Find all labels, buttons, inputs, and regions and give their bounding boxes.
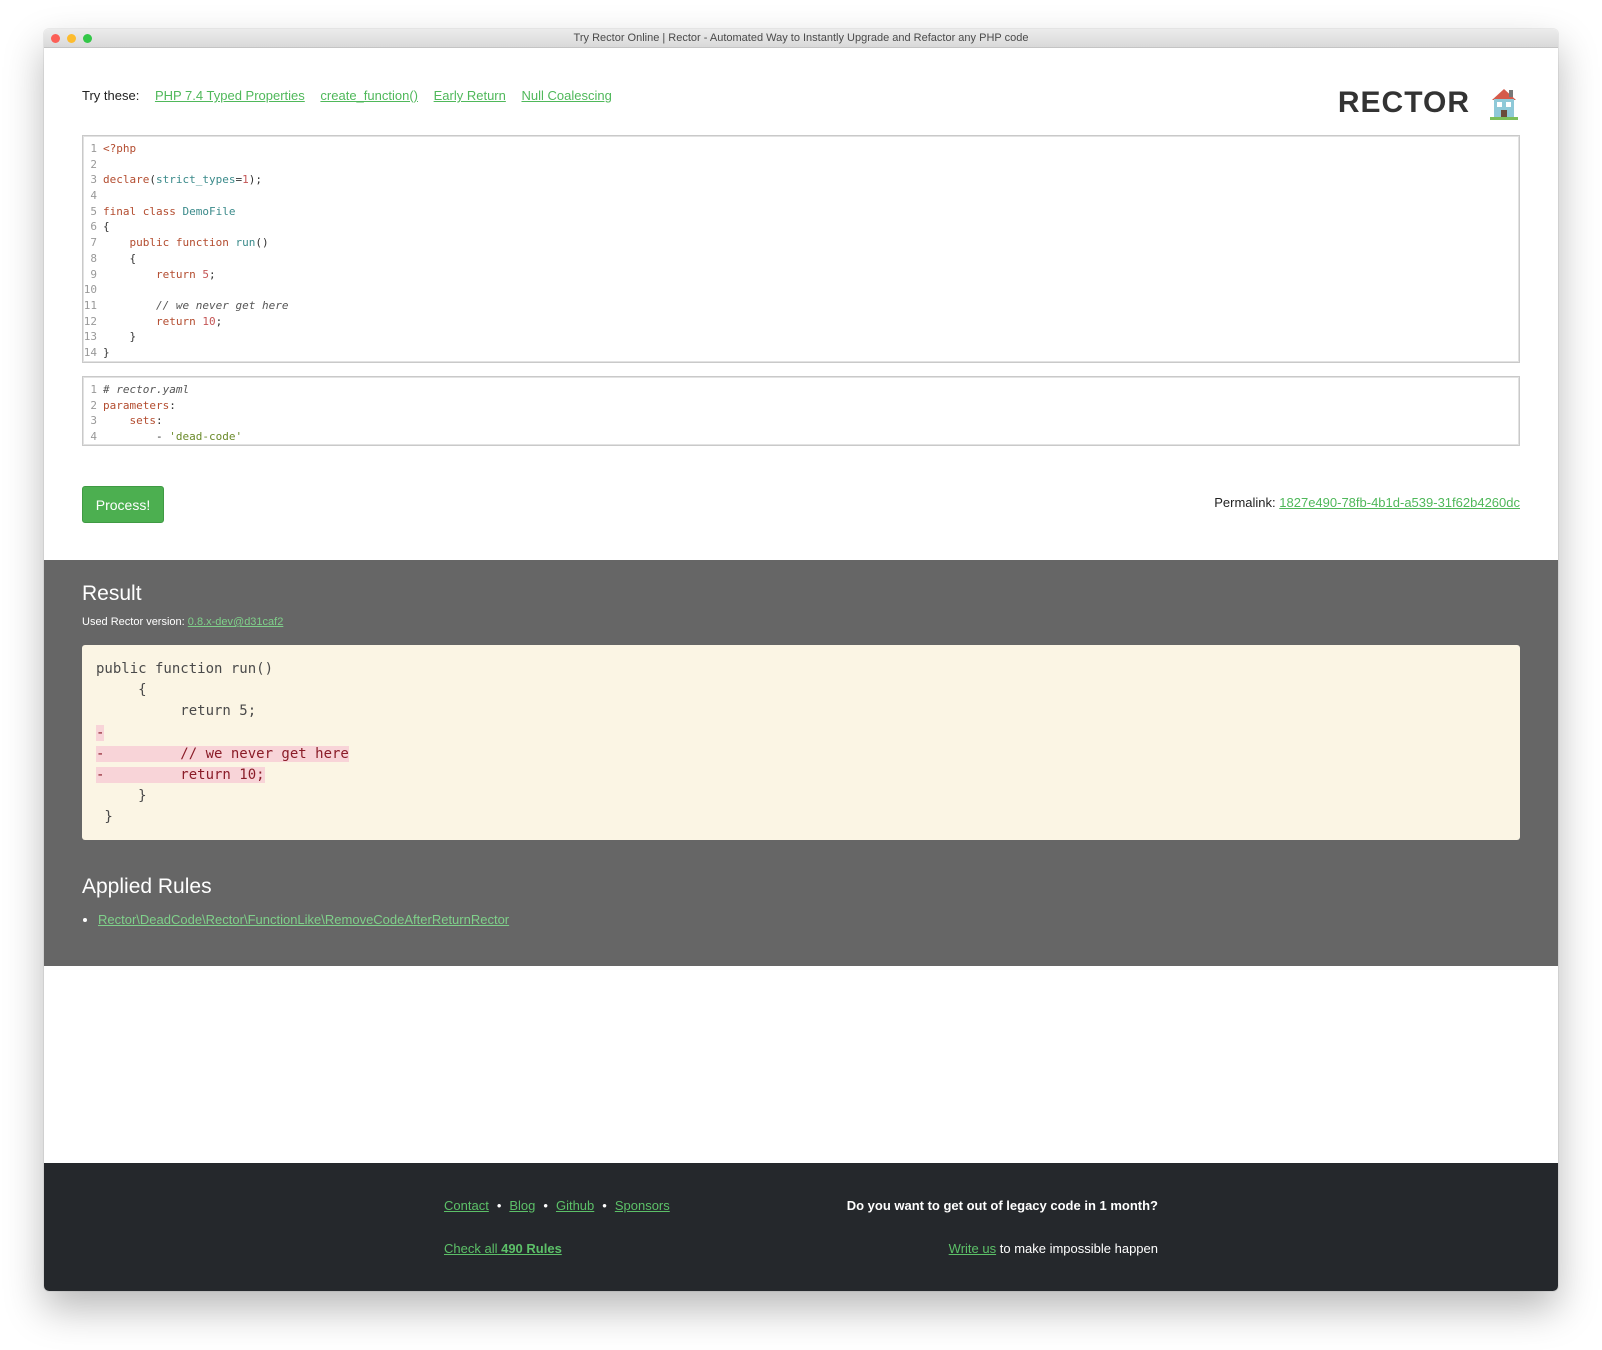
config-line: 4 - 'dead-code' bbox=[90, 430, 243, 444]
code-line: 2 bbox=[90, 157, 97, 171]
write-us-link[interactable]: Write us bbox=[949, 1241, 996, 1256]
window-title: Try Rector Online | Rector - Automated W… bbox=[573, 32, 1029, 44]
permalink-link[interactable]: 1827e490-78fb-4b1d-a539-31f62b4260dc bbox=[1279, 495, 1520, 510]
footer-check-rules: Check all 490 Rules bbox=[444, 1241, 562, 1256]
footer-link-blog[interactable]: Blog bbox=[509, 1198, 535, 1213]
permalink: Permalink: 1827e490-78fb-4b1d-a539-31f62… bbox=[1214, 495, 1520, 510]
house-icon bbox=[1488, 86, 1520, 120]
page-content: Try these: PHP 7.4 Typed Properties crea… bbox=[44, 48, 1558, 1291]
code-line: 9 return 5; bbox=[90, 267, 216, 281]
diff-line: { bbox=[96, 682, 147, 699]
diff-line: public function run() bbox=[96, 661, 274, 677]
example-link-null-coalescing[interactable]: Null Coalescing bbox=[521, 88, 611, 103]
code-line: 14} bbox=[83, 345, 110, 359]
code-line: 11 // we never get here bbox=[83, 298, 289, 312]
config-editor[interactable]: 1 # rector.yaml 2 parameters: 3 sets: 4 - … bbox=[82, 376, 1520, 446]
diff-line: } bbox=[96, 809, 113, 826]
diff-line-deleted: - return 10; bbox=[96, 766, 265, 783]
rector-logo[interactable]: RECTOR bbox=[1338, 83, 1520, 123]
code-line: 10 bbox=[83, 283, 97, 297]
result-section: Result Used Rector version: 0.8.x-dev@d3… bbox=[44, 560, 1558, 966]
check-rules-prefix: Check all bbox=[444, 1241, 498, 1256]
rector-version: Used Rector version: 0.8.x-dev@d31caf2 bbox=[82, 616, 283, 628]
footer-separator: • bbox=[602, 1198, 607, 1213]
check-rules-link[interactable]: Check all 490 Rules bbox=[444, 1241, 562, 1256]
code-line: 7 public function run() bbox=[90, 236, 269, 250]
title-bar: Try Rector Online | Rector - Automated W… bbox=[44, 29, 1558, 48]
process-button[interactable]: Process! bbox=[82, 486, 164, 523]
code-line: 4 bbox=[90, 189, 97, 203]
footer: Contact • Blog • Github • Sponsors Check all 4… bbox=[44, 1163, 1558, 1291]
check-rules-count: 490 Rules bbox=[501, 1241, 562, 1256]
diff-line-deleted: - bbox=[96, 724, 105, 741]
applied-rule-link[interactable]: Rector\DeadCode\Rector\FunctionLike\Remo… bbox=[98, 912, 509, 927]
example-link-typed-properties[interactable]: PHP 7.4 Typed Properties bbox=[155, 88, 305, 103]
config-line: 1 # rector.yaml bbox=[90, 383, 190, 396]
code-line: 13 } bbox=[83, 330, 137, 344]
diff-output: public function run() { return 5; - - //… bbox=[82, 645, 1520, 840]
write-us-suffix: to make impossible happen bbox=[999, 1241, 1158, 1256]
code-line: 6{ bbox=[90, 220, 110, 234]
try-these-label: Try these: bbox=[82, 88, 140, 103]
php-code-editor[interactable]: 1 <?php 2 3 declare(strict_types=1); 4 5 fi… bbox=[82, 135, 1520, 363]
footer-link-contact[interactable]: Contact bbox=[444, 1198, 489, 1213]
logo-text: RECTOR bbox=[1337, 86, 1470, 119]
diff-line: } bbox=[96, 788, 147, 805]
try-these-bar: Try these: PHP 7.4 Typed Properties crea… bbox=[82, 88, 624, 103]
footer-separator: • bbox=[496, 1198, 502, 1213]
footer-link-sponsors[interactable]: Sponsors bbox=[615, 1198, 670, 1213]
permalink-label: Permalink: bbox=[1214, 495, 1276, 510]
version-link[interactable]: 0.8.x-dev@d31caf2 bbox=[188, 616, 284, 628]
browser-window: Try Rector Online | Rector - Automated W… bbox=[44, 29, 1558, 1291]
footer-separator: • bbox=[543, 1198, 548, 1213]
example-link-early-return[interactable]: Early Return bbox=[434, 88, 506, 103]
config-line: 2 parameters: bbox=[90, 398, 176, 412]
example-link-create-function[interactable]: create_function() bbox=[320, 88, 418, 103]
result-title: Result bbox=[82, 582, 142, 605]
applied-rules-list: Rector\DeadCode\Rector\FunctionLike\Remo… bbox=[82, 912, 509, 927]
config-line: 3 sets: bbox=[90, 414, 163, 428]
list-item: Rector\DeadCode\Rector\FunctionLike\Remo… bbox=[98, 912, 509, 927]
footer-links: Contact • Blog • Github • Sponsors bbox=[444, 1198, 670, 1213]
code-line: 8 { bbox=[90, 251, 137, 265]
footer-write-us: Write us to make impossible happen bbox=[949, 1241, 1158, 1256]
code-line: 3 declare(strict_types=1); bbox=[90, 173, 262, 187]
code-line: 1 <?php bbox=[90, 142, 137, 155]
diff-line: return 5; bbox=[96, 703, 257, 720]
applied-rules-title: Applied Rules bbox=[82, 875, 212, 898]
footer-link-github[interactable]: Github bbox=[556, 1198, 594, 1213]
code-line: 5 final class DemoFile bbox=[90, 204, 236, 218]
version-label: Used Rector version: bbox=[82, 616, 185, 628]
code-line: 12 return 10; bbox=[83, 314, 223, 328]
footer-question: Do you want to get out of legacy code in… bbox=[846, 1198, 1158, 1213]
diff-line-deleted: - // we never get here bbox=[96, 745, 349, 762]
